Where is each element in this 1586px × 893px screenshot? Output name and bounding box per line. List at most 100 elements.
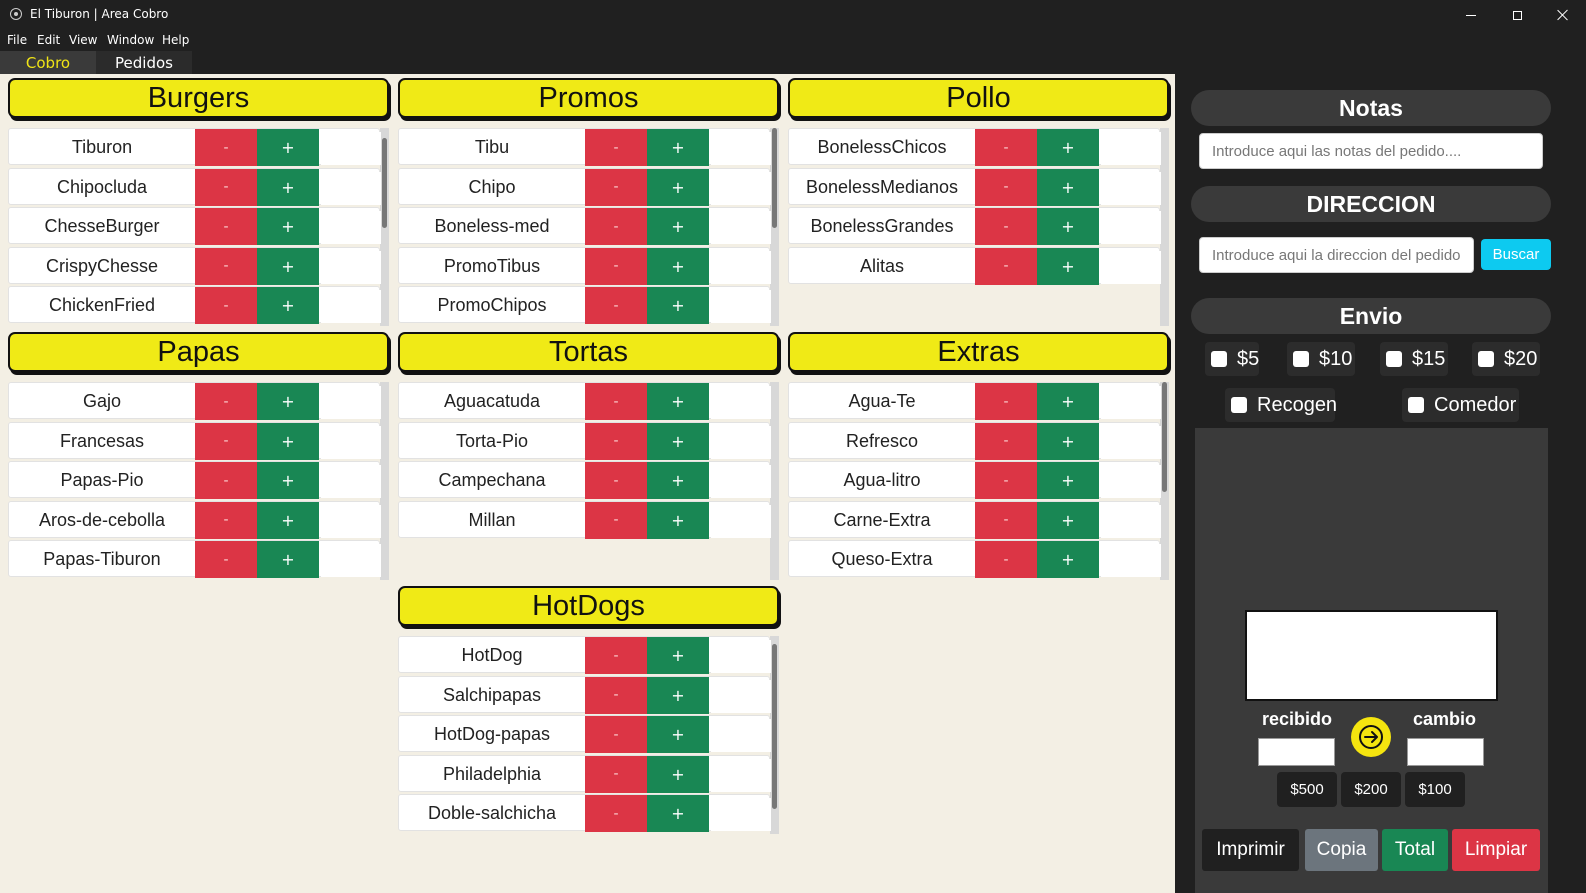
increase-button[interactable]: +	[647, 716, 709, 753]
decrease-button[interactable]: -	[585, 637, 647, 674]
increase-button[interactable]: +	[647, 383, 709, 420]
recogen-checkbox[interactable]: Recogen	[1225, 388, 1337, 422]
decrease-button[interactable]: -	[195, 129, 257, 166]
increase-button[interactable]: +	[1037, 462, 1099, 499]
decrease-button[interactable]: -	[195, 247, 257, 285]
quantity-input[interactable]	[321, 465, 381, 498]
cambio-input[interactable]	[1407, 738, 1484, 766]
decrease-button[interactable]: -	[975, 541, 1037, 578]
decrease-button[interactable]: -	[585, 716, 647, 753]
increase-button[interactable]: +	[647, 637, 709, 674]
scrollbar[interactable]	[380, 128, 389, 326]
increase-button[interactable]: +	[1037, 541, 1099, 578]
decrease-button[interactable]: -	[195, 383, 257, 420]
menu-window[interactable]: Window	[107, 33, 154, 47]
quantity-input[interactable]	[1101, 504, 1161, 538]
envio-20-checkbox[interactable]: $20	[1472, 342, 1540, 376]
scrollbar[interactable]	[1160, 128, 1169, 326]
decrease-button[interactable]: -	[975, 422, 1037, 460]
increase-button[interactable]: +	[257, 168, 319, 206]
decrease-button[interactable]: -	[585, 383, 647, 420]
imprimir-button[interactable]: Imprimir	[1202, 829, 1299, 871]
increase-button[interactable]: +	[647, 501, 709, 539]
scrollbar[interactable]	[380, 382, 389, 580]
decrease-button[interactable]: -	[975, 462, 1037, 499]
decrease-button[interactable]: -	[585, 795, 647, 832]
increase-button[interactable]: +	[647, 129, 709, 166]
scrollbar-thumb[interactable]	[772, 128, 777, 228]
bill-200-button[interactable]: $200	[1341, 772, 1401, 807]
increase-button[interactable]: +	[647, 462, 709, 499]
quantity-input[interactable]	[711, 465, 771, 498]
tab-cobro[interactable]: Cobro	[0, 51, 96, 74]
quantity-input[interactable]	[1101, 544, 1161, 577]
decrease-button[interactable]: -	[585, 129, 647, 166]
quantity-input[interactable]	[321, 211, 381, 244]
increase-button[interactable]: +	[647, 287, 709, 324]
decrease-button[interactable]: -	[195, 422, 257, 460]
quantity-input[interactable]	[711, 679, 771, 713]
close-button[interactable]	[1540, 0, 1586, 30]
decrease-button[interactable]: -	[195, 462, 257, 499]
direccion-input[interactable]	[1199, 237, 1474, 273]
total-button[interactable]: Total	[1382, 829, 1448, 871]
menu-file[interactable]: File	[7, 33, 27, 47]
decrease-button[interactable]: -	[585, 676, 647, 714]
increase-button[interactable]: +	[257, 501, 319, 539]
increase-button[interactable]: +	[1037, 501, 1099, 539]
recibido-input[interactable]	[1258, 738, 1335, 766]
quantity-input[interactable]	[1101, 386, 1161, 419]
scrollbar[interactable]	[770, 128, 779, 326]
quantity-input[interactable]	[711, 386, 771, 419]
increase-button[interactable]: +	[257, 208, 319, 245]
decrease-button[interactable]: -	[975, 383, 1037, 420]
scrollbar[interactable]	[1160, 382, 1169, 580]
increase-button[interactable]: +	[647, 247, 709, 285]
decrease-button[interactable]: -	[195, 287, 257, 324]
bill-500-button[interactable]: $500	[1277, 772, 1337, 807]
quantity-input[interactable]	[711, 640, 771, 673]
menu-help[interactable]: Help	[162, 33, 189, 47]
quantity-input[interactable]	[1101, 132, 1161, 165]
increase-button[interactable]: +	[257, 462, 319, 499]
quantity-input[interactable]	[1101, 211, 1161, 244]
quantity-input[interactable]	[711, 171, 771, 205]
decrease-button[interactable]: -	[585, 501, 647, 539]
maximize-button[interactable]	[1494, 0, 1540, 30]
envio-15-checkbox[interactable]: $15	[1380, 342, 1448, 376]
quantity-input[interactable]	[321, 386, 381, 419]
quantity-input[interactable]	[321, 132, 381, 165]
comedor-checkbox[interactable]: Comedor	[1402, 388, 1519, 422]
increase-button[interactable]: +	[647, 422, 709, 460]
tab-pedidos[interactable]: Pedidos	[96, 51, 192, 74]
decrease-button[interactable]: -	[975, 501, 1037, 539]
increase-button[interactable]: +	[647, 755, 709, 793]
increase-button[interactable]: +	[647, 676, 709, 714]
scrollbar-thumb[interactable]	[772, 644, 777, 809]
bill-100-button[interactable]: $100	[1405, 772, 1465, 807]
scrollbar-thumb[interactable]	[382, 138, 387, 228]
quantity-input[interactable]	[1101, 465, 1161, 498]
quantity-input[interactable]	[711, 719, 771, 752]
quantity-input[interactable]	[321, 425, 381, 459]
buscar-button[interactable]: Buscar	[1481, 239, 1551, 270]
scrollbar[interactable]	[770, 636, 779, 834]
decrease-button[interactable]: -	[585, 755, 647, 793]
quantity-input[interactable]	[711, 290, 771, 323]
limpiar-button[interactable]: Limpiar	[1452, 829, 1540, 871]
increase-button[interactable]: +	[1037, 208, 1099, 245]
quantity-input[interactable]	[321, 504, 381, 538]
quantity-input[interactable]	[321, 290, 381, 323]
decrease-button[interactable]: -	[195, 541, 257, 578]
decrease-button[interactable]: -	[195, 501, 257, 539]
quantity-input[interactable]	[711, 211, 771, 244]
decrease-button[interactable]: -	[975, 208, 1037, 245]
increase-button[interactable]: +	[1037, 129, 1099, 166]
quantity-input[interactable]	[711, 798, 771, 831]
quantity-input[interactable]	[711, 758, 771, 792]
increase-button[interactable]: +	[1037, 168, 1099, 206]
increase-button[interactable]: +	[1037, 247, 1099, 285]
increase-button[interactable]: +	[257, 383, 319, 420]
notas-input[interactable]	[1199, 133, 1543, 169]
increase-button[interactable]: +	[257, 247, 319, 285]
